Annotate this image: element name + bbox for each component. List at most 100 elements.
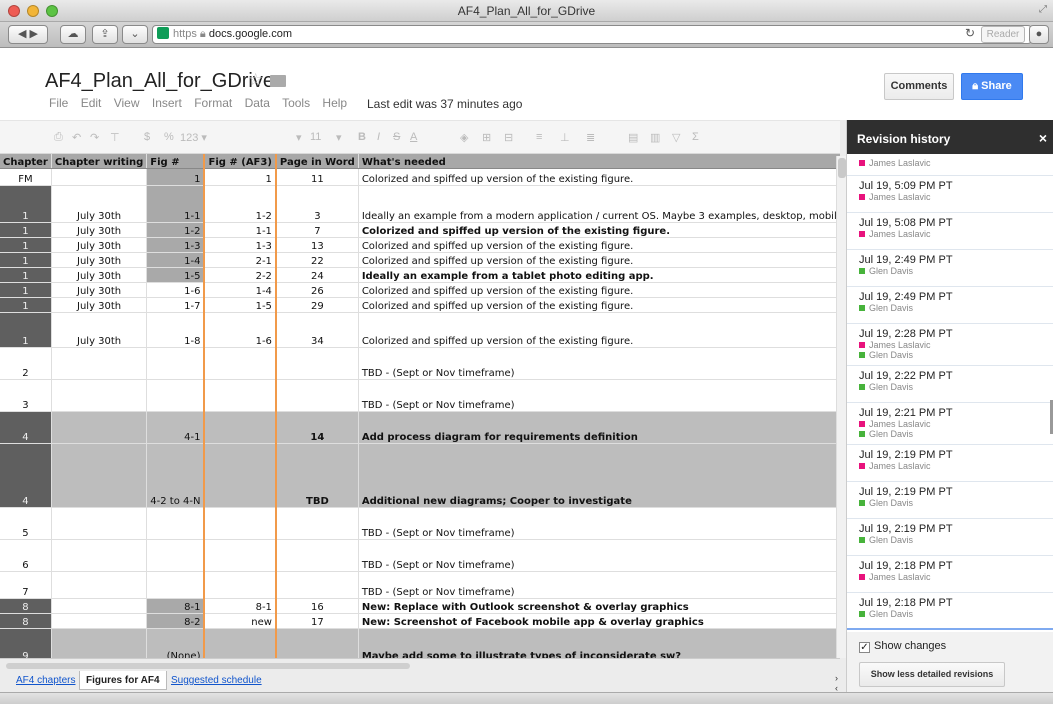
revision-item[interactable]: Jul 19, 2:49 PM PT Glen Davis [847, 287, 1053, 324]
header-whats-needed[interactable]: What's needed [358, 154, 840, 169]
header-page-in-word[interactable]: Page in Word [275, 154, 359, 169]
cell-whats-needed[interactable]: Colorized and spiffed up version of the … [358, 168, 840, 186]
revision-item[interactable]: Jul 19, 2:28 PM PT James Laslavic Glen Dav… [847, 324, 1053, 366]
icloud-tabs-button[interactable]: ☁ [60, 25, 86, 44]
cell-chapter-writing[interactable]: July 30th [51, 267, 148, 283]
cell-fig[interactable]: 1-8 [146, 312, 205, 348]
cell-fig[interactable]: 1-5 [146, 267, 205, 283]
cell-page-in-word[interactable]: 16 [275, 598, 359, 614]
filter-icon[interactable]: ▽ [672, 131, 680, 144]
revision-item[interactable]: Jul 19, 2:49 PM PT Glen Davis [847, 250, 1053, 287]
cell-chapter[interactable]: FM [0, 168, 52, 186]
fullscreen-icon[interactable]: ⤢ [1039, 4, 1047, 15]
forward-icon[interactable]: ▶ [30, 28, 38, 40]
cell-page-in-word[interactable]: 17 [275, 613, 359, 629]
cell-fig[interactable] [146, 539, 205, 572]
cell-fig-af3[interactable]: 2-1 [203, 252, 277, 268]
cell-fig[interactable]: 4-2 to 4-N [146, 443, 205, 508]
cell-chapter-writing[interactable]: July 30th [51, 312, 148, 348]
cell-whats-needed[interactable]: Colorized and spiffed up version of the … [358, 252, 840, 268]
vertical-scrollbar[interactable] [836, 156, 846, 658]
cell-page-in-word[interactable]: 26 [275, 282, 359, 298]
cell-chapter-writing[interactable] [51, 628, 148, 658]
functions-button[interactable]: Σ [692, 131, 699, 143]
revision-item[interactable]: Jul 19, 2:22 PM PT Glen Davis [847, 366, 1053, 403]
reload-icon[interactable]: ↻ [965, 26, 975, 40]
font-size-chevron-icon[interactable]: ▾ [336, 131, 342, 144]
cell-fig-af3[interactable]: 1-2 [203, 185, 277, 223]
align-left-icon[interactable]: ≡ [536, 131, 542, 143]
header-chapter[interactable]: Chapter [0, 154, 52, 169]
italic-button[interactable]: I [377, 131, 380, 143]
menu-file[interactable]: File [49, 96, 68, 110]
cell-page-in-word[interactable]: 24 [275, 267, 359, 283]
cell-chapter[interactable]: 4 [0, 411, 52, 444]
cell-fig-af3[interactable]: 1 [203, 168, 277, 186]
revision-item[interactable]: Jul 19, 5:09 PM PT James Laslavic [847, 176, 1053, 213]
menu-tools[interactable]: Tools [282, 96, 310, 110]
cell-whats-needed[interactable]: TBD - (Sept or Nov timeframe) [358, 571, 840, 599]
cell-chapter[interactable]: 1 [0, 312, 52, 348]
cell-page-in-word[interactable]: 3 [275, 185, 359, 223]
cell-whats-needed[interactable]: Ideally an example from a modern applica… [358, 185, 840, 223]
back-forward-buttons[interactable]: ◀ ▶ [8, 25, 48, 44]
comments-button[interactable]: Comments [884, 73, 954, 100]
menu-view[interactable]: View [114, 96, 140, 110]
menu-data[interactable]: Data [245, 96, 270, 110]
cell-page-in-word[interactable]: TBD [275, 443, 359, 508]
cell-fig[interactable]: 1-4 [146, 252, 205, 268]
cell-fig-af3[interactable] [203, 347, 277, 380]
show-less-detailed-revisions-button[interactable]: Show less detailed revisions [859, 662, 1005, 687]
borders-icon[interactable]: ⊞ [482, 131, 491, 144]
insert-chart-icon[interactable]: ▥ [650, 131, 660, 144]
revision-item[interactable]: Jul 19, 5:08 PM PT James Laslavic [847, 213, 1053, 250]
insert-comment-icon[interactable]: ▤ [628, 131, 638, 144]
cell-chapter[interactable]: 8 [0, 598, 52, 614]
horizontal-scrollbar-thumb[interactable] [6, 663, 410, 669]
cell-page-in-word[interactable] [275, 571, 359, 599]
cell-fig[interactable]: 1-2 [146, 222, 205, 238]
cell-fig-af3[interactable]: new [203, 613, 277, 629]
last-edit-status[interactable]: Last edit was 37 minutes ago [367, 97, 522, 111]
cell-fig[interactable]: 1-3 [146, 237, 205, 253]
cell-whats-needed[interactable]: Ideally an example from a tablet photo e… [358, 267, 840, 283]
menu-insert[interactable]: Insert [152, 96, 182, 110]
cell-fig[interactable] [146, 379, 205, 412]
cell-chapter-writing[interactable] [51, 379, 148, 412]
checkmark-icon[interactable]: ✓ [859, 642, 870, 653]
cell-chapter[interactable]: 1 [0, 297, 52, 313]
number-format-dropdown[interactable]: 123 ▾ [180, 131, 207, 144]
cell-whats-needed[interactable]: TBD - (Sept or Nov timeframe) [358, 507, 840, 540]
cell-whats-needed[interactable]: Colorized and spiffed up version of the … [358, 237, 840, 253]
cell-chapter-writing[interactable] [51, 443, 148, 508]
address-bar[interactable]: https 🔒︎ docs.google.com [152, 25, 1032, 44]
print-icon[interactable]: ⎙ [54, 131, 63, 144]
valign-bottom-icon[interactable]: ⊥ [560, 131, 570, 144]
revision-item[interactable]: Jul 19, 2:19 PM PT James Laslavic [847, 445, 1053, 482]
cell-chapter[interactable]: 1 [0, 237, 52, 253]
back-icon[interactable]: ◀ [18, 28, 26, 40]
cell-page-in-word[interactable]: 22 [275, 252, 359, 268]
cell-page-in-word[interactable]: 14 [275, 411, 359, 444]
revision-item[interactable]: Jul 19, 2:18 PM PT James Laslavic [847, 556, 1053, 593]
header-fig-af3[interactable]: Fig # (AF3) [203, 154, 277, 169]
cell-chapter[interactable]: 1 [0, 222, 52, 238]
cell-page-in-word[interactable]: 7 [275, 222, 359, 238]
percent-format-button[interactable]: % [164, 131, 174, 143]
cell-fig[interactable]: 1-1 [146, 185, 205, 223]
cell-fig-af3[interactable]: 8-1 [203, 598, 277, 614]
downloads-button[interactable]: ● [1029, 25, 1049, 44]
cell-fig-af3[interactable]: 1-3 [203, 237, 277, 253]
cell-chapter-writing[interactable] [51, 347, 148, 380]
cell-chapter-writing[interactable] [51, 598, 148, 614]
cell-page-in-word[interactable] [275, 379, 359, 412]
cell-fig-af3[interactable] [203, 443, 277, 508]
show-changes-checkbox[interactable]: ✓ Show changes [859, 640, 946, 653]
cell-whats-needed[interactable]: New: Replace with Outlook screenshot & o… [358, 598, 840, 614]
font-size-dropdown[interactable]: 11 [310, 131, 321, 143]
star-icon[interactable]: ☆ [248, 70, 263, 90]
cell-chapter-writing[interactable] [51, 168, 148, 186]
cell-fig-af3[interactable] [203, 507, 277, 540]
cell-chapter[interactable]: 1 [0, 282, 52, 298]
cell-chapter[interactable]: 7 [0, 571, 52, 599]
